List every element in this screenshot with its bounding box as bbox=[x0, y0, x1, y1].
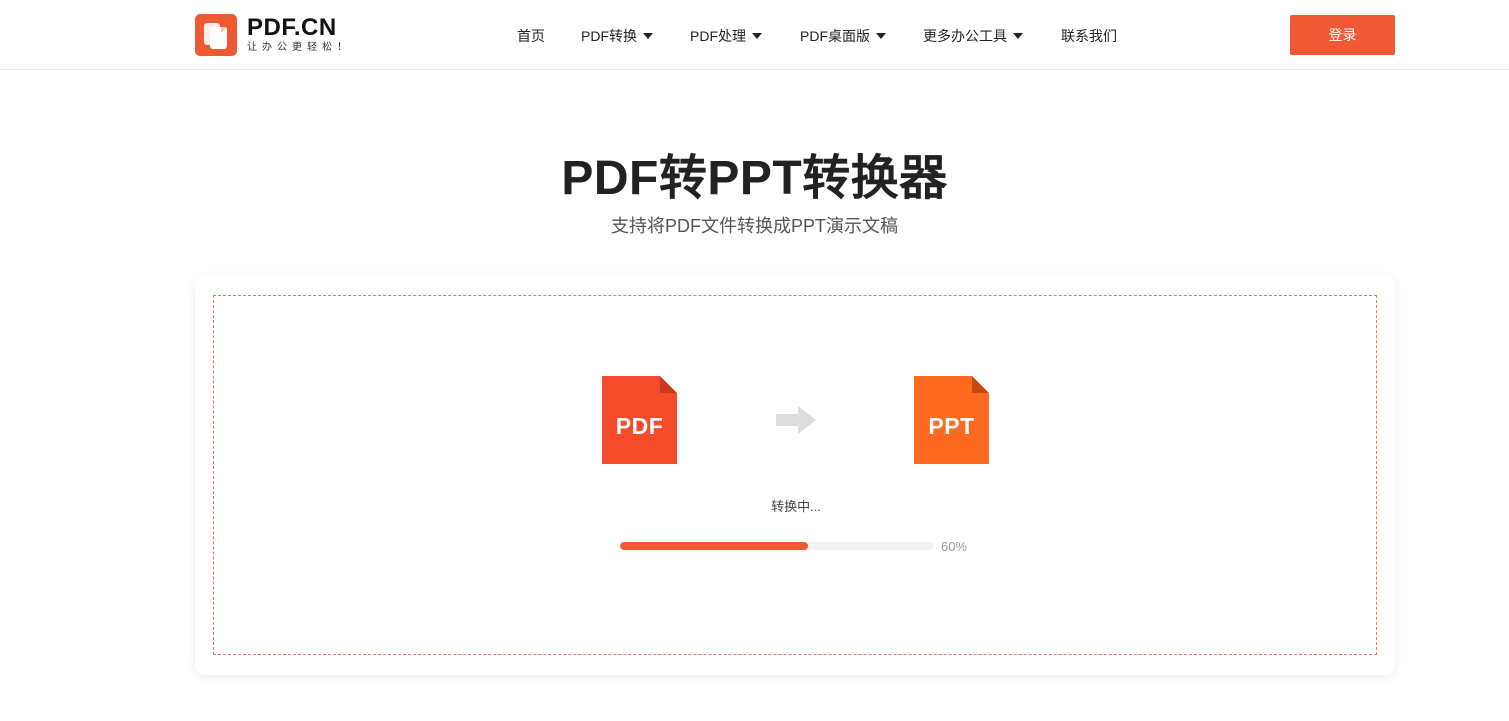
brand-name: PDF.CN bbox=[247, 13, 337, 41]
nav-item-label: PDF桌面版 bbox=[800, 28, 870, 44]
arrow-right-icon bbox=[776, 406, 816, 434]
ppt-file-icon: PPT bbox=[914, 376, 989, 464]
source-format-label: PDF bbox=[615, 413, 664, 439]
progress-percent: 60% bbox=[941, 539, 968, 554]
progress-bar bbox=[620, 542, 934, 550]
conversion-status: 转换中... bbox=[771, 499, 821, 514]
nav-item-pdf-desktop[interactable]: PDF桌面版 bbox=[800, 26, 886, 46]
upload-dropzone[interactable]: PDF PPT 转换中... 60% bbox=[213, 295, 1377, 655]
target-format-label: PPT bbox=[928, 413, 975, 439]
nav-item-pdf-convert[interactable]: PDF转换 bbox=[581, 26, 653, 46]
nav-item-label: PDF处理 bbox=[690, 28, 746, 44]
progress-bar-fill bbox=[620, 542, 809, 550]
login-button[interactable]: 登录 bbox=[1290, 15, 1395, 55]
converter-card: PDF PPT 转换中... 60% bbox=[195, 275, 1395, 675]
caret-down-icon bbox=[752, 33, 762, 39]
caret-down-icon bbox=[1013, 33, 1023, 39]
nav-item-home[interactable]: 首页 bbox=[517, 26, 545, 46]
page-subtitle: 支持将PDF文件转换成PPT演示文稿 bbox=[610, 216, 898, 236]
brand-slogan: 让办公更轻松！ bbox=[247, 41, 352, 53]
nav-item-label: 首页 bbox=[517, 28, 545, 44]
page-title: PDF转PPT转换器 bbox=[561, 152, 948, 205]
nav-item-label: 更多办公工具 bbox=[923, 28, 1007, 44]
nav-item-label: 联系我们 bbox=[1061, 28, 1117, 44]
brand-logo[interactable]: PDF.CN 让办公更轻松！ bbox=[195, 14, 352, 56]
logo-icon bbox=[195, 14, 237, 56]
nav-item-contact[interactable]: 联系我们 bbox=[1061, 26, 1117, 46]
logo-text: PDF.CN 让办公更轻松！ bbox=[247, 13, 352, 55]
nav-item-label: PDF转换 bbox=[581, 28, 637, 44]
site-header: PDF.CN 让办公更轻松！ 首页 PDF转换 PDF处理 PDF桌面版 更多办… bbox=[0, 0, 1509, 70]
nav-item-pdf-process[interactable]: PDF处理 bbox=[690, 26, 762, 46]
caret-down-icon bbox=[643, 33, 653, 39]
caret-down-icon bbox=[876, 33, 886, 39]
pdf-file-icon: PDF bbox=[602, 376, 677, 464]
nav-item-more-tools[interactable]: 更多办公工具 bbox=[923, 26, 1023, 46]
